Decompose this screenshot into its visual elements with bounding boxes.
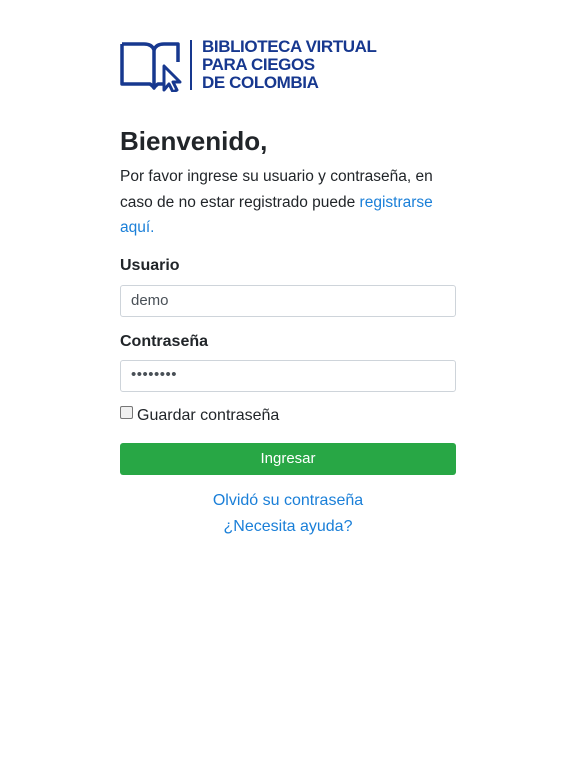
help-link[interactable]: ¿Necesita ayuda? — [120, 518, 456, 536]
logo-line-2: PARA CIEGOS — [202, 55, 315, 74]
remember-row: Guardar contraseña — [120, 406, 279, 425]
remember-checkbox[interactable] — [120, 406, 133, 420]
logo-line-1: BIBLIOTECA VIRTUAL — [202, 37, 377, 56]
username-input[interactable]: demo — [120, 285, 456, 317]
logo-divider — [190, 40, 192, 90]
password-label: Contraseña — [120, 333, 209, 350]
book-cursor-icon — [120, 42, 182, 92]
remember-label[interactable]: Guardar contraseña — [137, 407, 279, 424]
site-logo[interactable]: BIBLIOTECA VIRTUAL PARA CIEGOS DE COLOMB… — [120, 38, 390, 94]
page-title: Bienvenido, — [120, 126, 268, 156]
password-value: •••••••• — [131, 366, 178, 383]
logo-text: BIBLIOTECA VIRTUAL PARA CIEGOS DE COLOMB… — [202, 37, 377, 92]
intro-paragraph: Por favor ingrese su usuario y contraseñ… — [120, 164, 456, 241]
login-button[interactable]: Ingresar — [120, 443, 456, 475]
forgot-password-link[interactable]: Olvidó su contraseña — [120, 492, 456, 510]
username-value: demo — [131, 292, 169, 309]
logo-line-3: DE COLOMBIA — [202, 73, 319, 92]
username-label: Usuario — [120, 257, 180, 274]
password-input[interactable]: •••••••• — [120, 360, 456, 392]
